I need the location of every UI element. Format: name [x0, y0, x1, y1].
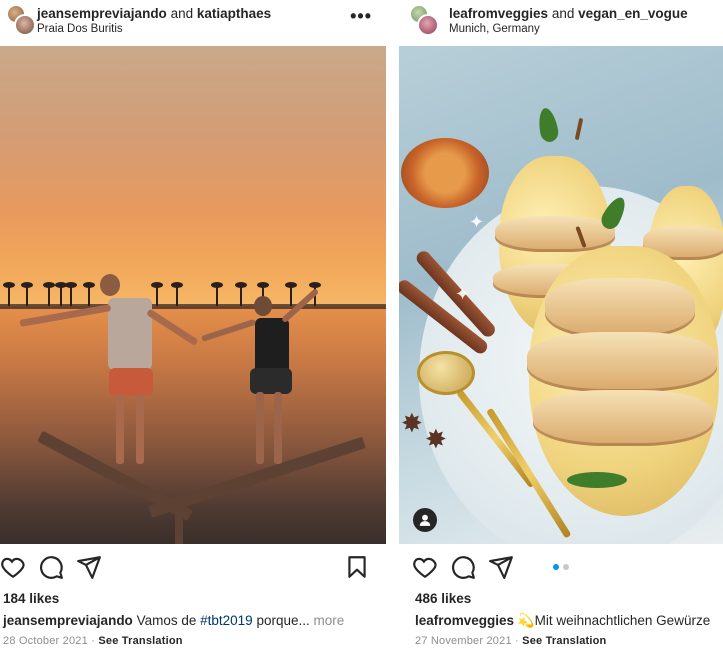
likes-count[interactable]: 184 likes: [3, 591, 59, 606]
caption-username[interactable]: leafromveggies: [415, 613, 514, 628]
heart-icon[interactable]: [0, 554, 26, 580]
carousel-indicator: [553, 564, 569, 570]
avatar-secondary[interactable]: [417, 14, 439, 36]
bookmark-icon[interactable]: [344, 554, 370, 580]
post-card: jeansempreviajando and katiapthaes Praia…: [0, 0, 386, 648]
carousel-dot-active[interactable]: [553, 564, 559, 570]
post-authors: jeansempreviajando and katiapthaes: [37, 6, 271, 21]
carousel-dot[interactable]: [563, 564, 569, 570]
see-translation-link[interactable]: See Translation: [98, 635, 182, 647]
more-link[interactable]: more: [314, 613, 345, 628]
post-meta: 28 October 2021 · See Translation: [3, 635, 183, 647]
username-link[interactable]: vegan_en_vogue: [578, 6, 688, 21]
location-link[interactable]: Munich, Germany: [449, 23, 540, 35]
divider: [386, 0, 399, 648]
caption-text: Vamos de: [136, 613, 197, 628]
caption-text: porque...: [256, 613, 310, 628]
avatar-secondary[interactable]: [14, 14, 36, 36]
post-caption: leafromveggies 💫Mit weihnachtlichen Gewü…: [415, 613, 710, 629]
share-icon[interactable]: [76, 554, 102, 580]
post-image[interactable]: ✸ ✸ ✦ ✦: [399, 46, 723, 544]
post-header: leafromveggies and vegan_en_vogue Munich…: [399, 0, 723, 46]
comment-icon[interactable]: [38, 554, 64, 580]
post-authors: leafromveggies and vegan_en_vogue: [449, 6, 688, 21]
more-options-icon[interactable]: •••: [350, 6, 372, 27]
likes-count[interactable]: 486 likes: [415, 591, 471, 606]
username-link[interactable]: leafromveggies: [449, 6, 548, 21]
post-date: 27 November 2021: [415, 635, 512, 647]
caption-username[interactable]: jeansempreviajando: [3, 613, 133, 628]
see-translation-link[interactable]: See Translation: [522, 635, 606, 647]
user-tag-icon[interactable]: [413, 508, 437, 532]
connector-text: and: [170, 6, 194, 21]
avatar[interactable]: [409, 4, 439, 36]
action-bar: [0, 554, 386, 582]
separator: ·: [91, 635, 96, 647]
username-link[interactable]: jeansempreviajando: [37, 6, 167, 21]
post-image[interactable]: [0, 46, 386, 544]
post-meta: 27 November 2021 · See Translation: [415, 635, 606, 647]
hashtag-link[interactable]: #tbt2019: [200, 613, 253, 628]
caption-text: 💫Mit weihnachtlichen Gewürze: [517, 613, 711, 628]
post-date: 28 October 2021: [3, 635, 88, 647]
post-header: jeansempreviajando and katiapthaes Praia…: [0, 0, 386, 46]
share-icon[interactable]: [488, 554, 514, 580]
username-link[interactable]: katiapthaes: [197, 6, 271, 21]
location-link[interactable]: Praia Dos Buritis: [37, 23, 123, 35]
heart-icon[interactable]: [412, 554, 438, 580]
comment-icon[interactable]: [450, 554, 476, 580]
connector-text: and: [551, 6, 575, 21]
post-caption: jeansempreviajando Vamos de #tbt2019 por…: [3, 613, 344, 628]
avatar[interactable]: [6, 4, 36, 36]
post-card: leafromveggies and vegan_en_vogue Munich…: [399, 0, 723, 648]
separator: ·: [515, 635, 519, 647]
